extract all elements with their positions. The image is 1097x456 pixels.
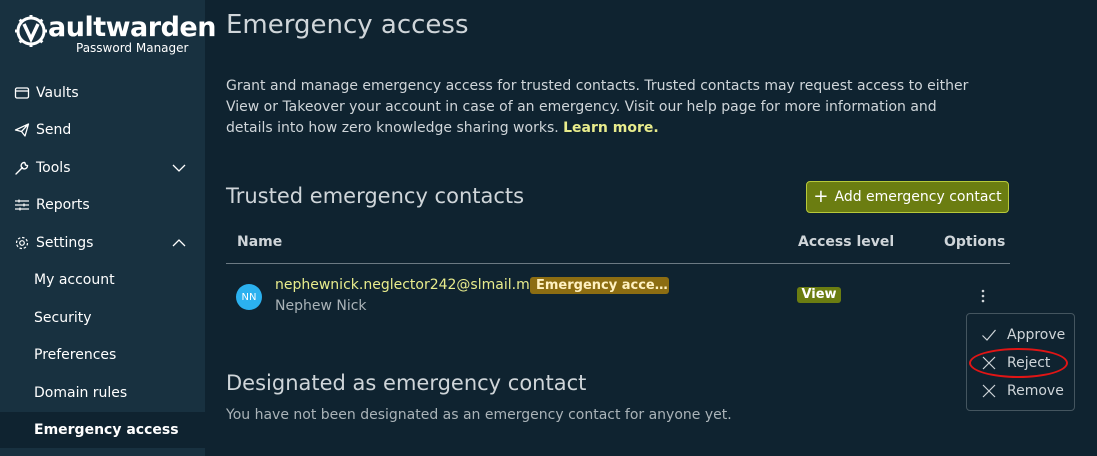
avatar: NN xyxy=(236,284,262,310)
learn-more-link[interactable]: Learn more. xyxy=(563,120,659,136)
menu-item-label: Approve xyxy=(1007,327,1066,343)
sidebar-item-label: Emergency access xyxy=(34,422,179,438)
sidebar-item-label: Reports xyxy=(36,197,90,213)
menu-item-approve[interactable]: Approve xyxy=(967,322,1074,348)
brand-name: aultwarden xyxy=(48,12,216,43)
column-header-name: Name xyxy=(237,234,283,250)
options-menu-icon[interactable] xyxy=(979,288,987,304)
sidebar-item-send[interactable]: Send xyxy=(0,112,205,148)
sidebar-item-label: Preferences xyxy=(34,347,117,363)
page-description: Grant and manage emergency access for tr… xyxy=(226,76,986,139)
sidebar-item-security[interactable]: Security xyxy=(0,300,205,336)
wrench-icon xyxy=(14,160,30,176)
menu-item-remove[interactable]: Remove xyxy=(967,378,1074,404)
sidebar-item-settings[interactable]: Settings xyxy=(0,225,205,261)
highlight-ring xyxy=(969,348,1068,378)
column-header-options: Options xyxy=(944,234,1006,250)
access-level-badge: View xyxy=(797,287,841,303)
vault-icon xyxy=(14,85,30,101)
vaultwarden-logo[interactable]: aultwarden Password Manager xyxy=(14,12,216,58)
sidebar-item-label: Settings xyxy=(36,235,94,251)
sidebar-item-vaults[interactable]: Vaults xyxy=(0,75,205,111)
add-emergency-contact-button[interactable]: + Add emergency contact xyxy=(806,181,1009,213)
plus-icon: + xyxy=(813,186,829,207)
main-content: Emergency access Grant and manage emerge… xyxy=(205,0,1097,456)
chevron-down-icon[interactable] xyxy=(171,160,187,176)
column-header-access-level: Access level xyxy=(798,234,895,250)
status-badge: Emergency acce… xyxy=(530,277,669,294)
brand-subtitle: Password Manager xyxy=(76,41,189,55)
sidebar-item-label: Tools xyxy=(36,160,71,176)
sidebar-item-label: Domain rules xyxy=(34,385,128,401)
sidebar-item-tools[interactable]: Tools xyxy=(0,150,205,186)
check-icon xyxy=(981,327,997,343)
table-divider xyxy=(226,263,1010,264)
sidebar-item-my-account[interactable]: My account xyxy=(0,262,205,298)
close-icon xyxy=(981,383,997,399)
sidebar-item-label: My account xyxy=(34,272,115,288)
add-button-label: Add emergency contact xyxy=(834,189,1002,205)
sidebar-item-label: Security xyxy=(34,310,92,326)
sidebar-item-preferences[interactable]: Preferences xyxy=(0,337,205,373)
page-title: Emergency access xyxy=(226,10,469,40)
sidebar-item-label: Send xyxy=(36,122,72,138)
sidebar-item-emergency-access[interactable]: Emergency access xyxy=(0,412,205,448)
contact-name: Nephew Nick xyxy=(275,298,367,314)
vaultwarden-gear-icon xyxy=(15,15,47,47)
gear-icon xyxy=(14,235,30,251)
designated-empty-text: You have not been designated as an emerg… xyxy=(226,407,732,423)
trusted-contacts-heading: Trusted emergency contacts xyxy=(226,184,525,208)
sidebar-item-reports[interactable]: Reports xyxy=(0,187,205,223)
sliders-icon xyxy=(14,197,30,213)
contact-email-link[interactable]: nephewnick.neglector242@slmail.me xyxy=(275,277,538,293)
sidebar-item-label: Vaults xyxy=(36,85,79,101)
designated-heading: Designated as emergency contact xyxy=(226,371,587,395)
chevron-up-icon[interactable] xyxy=(171,235,187,251)
send-icon xyxy=(14,122,30,138)
sidebar-item-domain-rules[interactable]: Domain rules xyxy=(0,375,205,411)
sidebar: aultwarden Password Manager Vaults Send … xyxy=(0,0,216,456)
menu-item-label: Remove xyxy=(1007,383,1064,399)
